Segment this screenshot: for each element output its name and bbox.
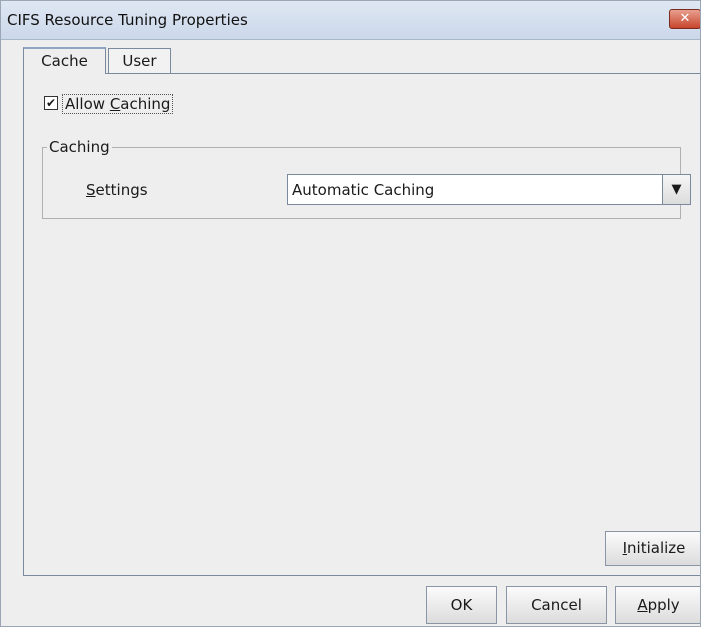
checkmark-icon: ✔ [45,96,57,110]
allow-caching-checkbox[interactable]: ✔ [44,96,58,110]
settings-combobox[interactable]: Automatic Caching ▼ [287,174,691,205]
initialize-button[interactable]: Initialize [605,531,700,566]
ok-button[interactable]: OK [426,586,497,624]
allow-caching-label-rest: aching [120,95,171,113]
window-title: CIFS Resource Tuning Properties [7,11,248,29]
cache-tab-panel: ✔ Allow Caching Caching Settings Automat… [23,73,700,576]
tab-cache-label: Cache [41,52,88,70]
initialize-label-rest: nitialize [627,539,686,557]
tab-user-label: User [122,52,157,70]
chevron-down-icon: ▼ [671,182,682,197]
dialog-window: CIFS Resource Tuning Properties ✕ Cache … [0,0,701,627]
apply-label-rest: pply [647,596,680,614]
settings-dropdown-button[interactable]: ▼ [662,175,690,204]
apply-mnemonic: A [637,596,648,614]
settings-mnemonic: S [86,181,96,199]
close-button[interactable]: ✕ [669,9,700,29]
title-bar[interactable]: CIFS Resource Tuning Properties ✕ [1,1,700,40]
allow-caching-mnemonic: C [109,95,121,113]
apply-button[interactable]: Apply [615,586,700,624]
cancel-button[interactable]: Cancel [506,586,607,624]
caching-group-title: Caching [47,138,112,156]
caching-groupbox: Caching Settings Automatic Caching ▼ [42,138,691,219]
allow-caching-label[interactable]: Allow Caching [62,94,174,114]
settings-selected-value: Automatic Caching [292,181,435,199]
settings-label: Settings [86,181,148,199]
tab-cache[interactable]: Cache [23,47,106,74]
tab-user[interactable]: User [108,48,171,73]
close-icon: ✕ [679,11,691,26]
allow-caching-label-prefix: Allow [65,95,110,113]
settings-label-rest: ettings [95,181,148,199]
